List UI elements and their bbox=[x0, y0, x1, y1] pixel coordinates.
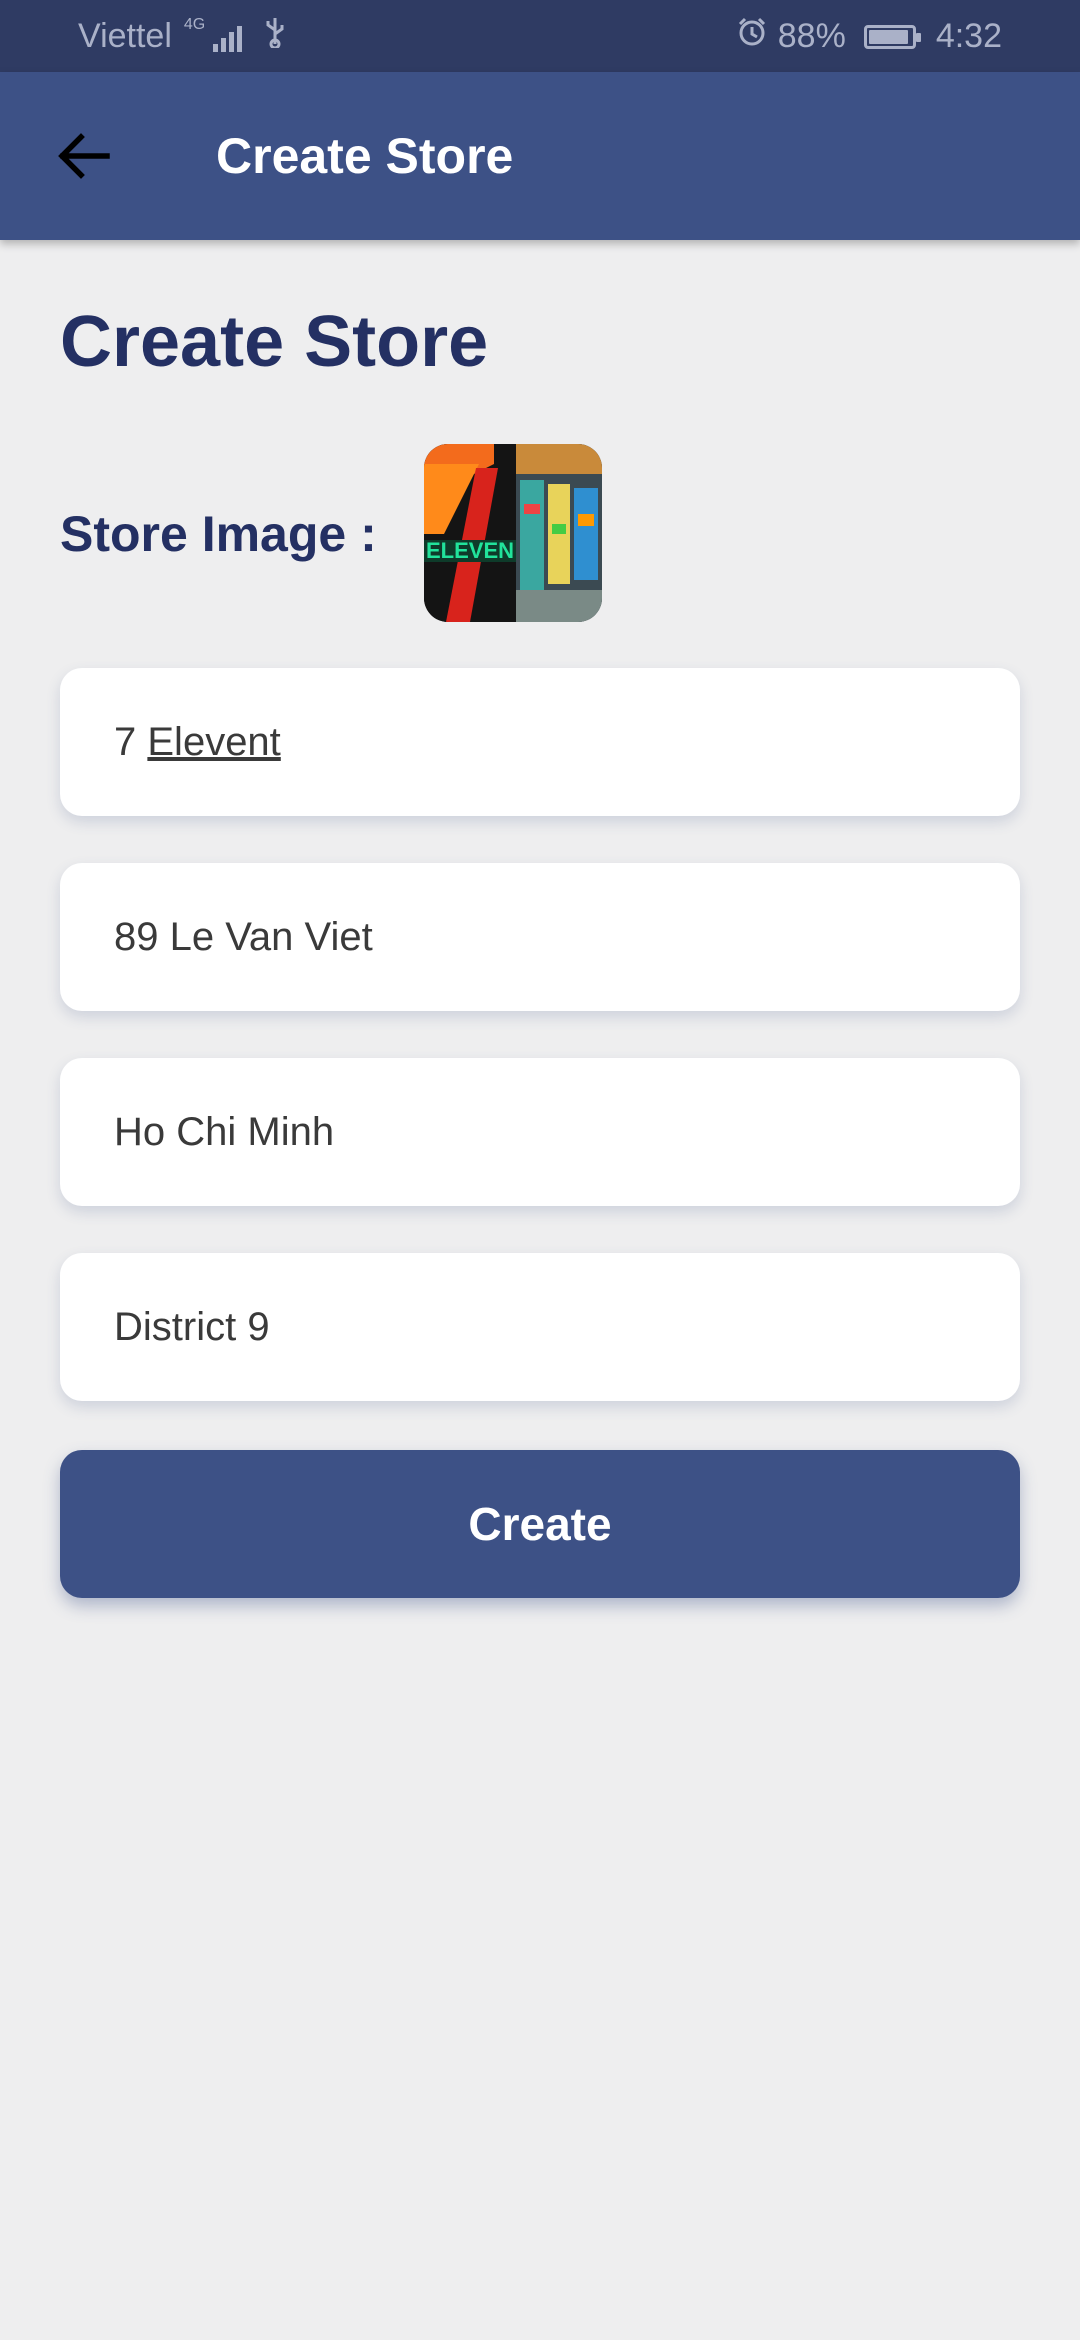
app-bar-title: Create Store bbox=[216, 128, 514, 184]
status-bar: Viettel 4G 88% 4:32 bbox=[0, 0, 1080, 72]
app-bar: Create Store bbox=[0, 72, 1080, 240]
network-type: 4G bbox=[183, 16, 206, 33]
status-left: Viettel 4G bbox=[78, 16, 286, 57]
store-name-field[interactable]: 7 Elevent bbox=[60, 668, 1020, 816]
address-input[interactable] bbox=[114, 914, 974, 960]
district-input[interactable] bbox=[114, 1304, 974, 1350]
store-name-prefix: 7 bbox=[114, 719, 137, 764]
page-title: Create Store bbox=[60, 302, 489, 382]
battery-percent: 88% bbox=[777, 17, 846, 55]
screen: Viettel 4G 88% 4:32 Create Store Create … bbox=[0, 0, 1080, 2340]
carrier-name: Viettel bbox=[78, 17, 172, 55]
create-button[interactable]: Create bbox=[60, 1450, 1020, 1598]
store-image-label: Store Image : bbox=[60, 506, 377, 562]
city-field[interactable] bbox=[60, 1058, 1020, 1206]
address-field[interactable] bbox=[60, 863, 1020, 1011]
district-field[interactable] bbox=[60, 1253, 1020, 1401]
arrow-left-icon bbox=[58, 133, 110, 179]
status-right: 88% 4:32 bbox=[736, 16, 1002, 57]
usb-icon bbox=[264, 16, 286, 57]
alarm-icon bbox=[736, 16, 768, 57]
battery-charging-icon bbox=[863, 24, 921, 49]
store-name-underlined-word: Elevent bbox=[147, 719, 281, 764]
svg-text:ELEVEN: ELEVEN bbox=[426, 538, 514, 563]
signal-icon bbox=[213, 22, 243, 52]
store-image-thumbnail: ELEVEN bbox=[424, 444, 602, 622]
store-name-value: 7 Elevent bbox=[114, 720, 281, 765]
back-button[interactable] bbox=[44, 116, 124, 196]
city-input[interactable] bbox=[114, 1109, 974, 1155]
clock-time: 4:32 bbox=[935, 17, 1002, 55]
store-image-picker[interactable]: ELEVEN bbox=[424, 444, 602, 622]
